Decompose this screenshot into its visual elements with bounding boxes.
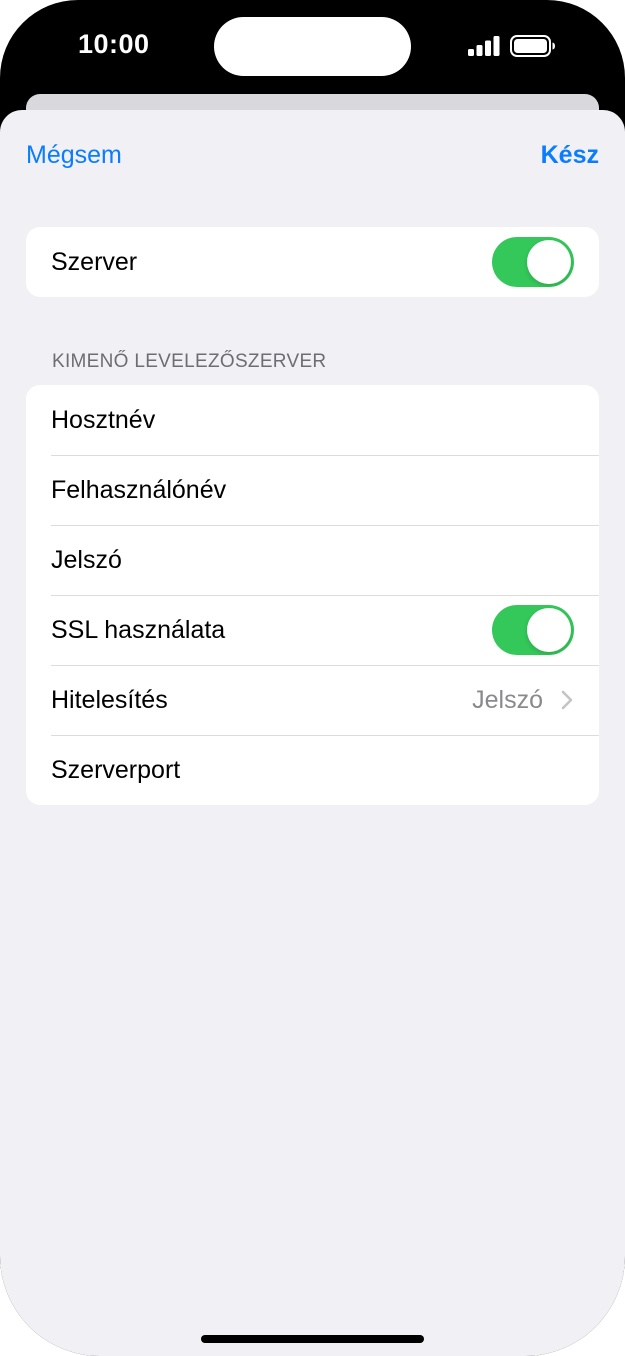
done-button[interactable]: Kész [541, 141, 599, 170]
username-row[interactable]: Felhasználónév [26, 455, 599, 525]
ssl-row: SSL használata [26, 595, 599, 665]
home-indicator[interactable] [201, 1335, 424, 1343]
hostname-label: Hosztnév [51, 405, 156, 434]
password-row[interactable]: Jelszó [26, 525, 599, 595]
authentication-row[interactable]: Hitelesítés Jelszó [26, 665, 599, 735]
server-toggle[interactable] [492, 237, 574, 287]
username-label: Felhasználónév [51, 475, 227, 504]
status-bar: 10:00 [0, 0, 625, 100]
server-port-label: Szerverport [51, 755, 181, 784]
cancel-button[interactable]: Mégsem [26, 141, 122, 170]
ssl-label: SSL használata [51, 615, 226, 644]
outgoing-server-group: Hosztnév Felhasználónév Jelszó SSL haszn… [26, 385, 599, 805]
cellular-signal-icon [468, 36, 500, 56]
outgoing-server-header: KIMENŐ LEVELEZŐSZERVER [52, 351, 327, 372]
toggle-knob [527, 240, 571, 284]
status-time: 10:00 [78, 29, 150, 59]
authentication-value: Jelszó [472, 685, 543, 714]
ssl-toggle[interactable] [492, 605, 574, 655]
settings-sheet: Mégsem Kész Szerver KIMENŐ LEVELEZŐSZERV… [0, 110, 625, 1356]
phone-frame: 10:00 Mégsem Kész Szerver KIMENŐ LEVELEZ… [0, 0, 625, 1356]
server-group: Szerver [26, 227, 599, 297]
server-port-row[interactable]: Szerverport [26, 735, 599, 805]
authentication-label: Hitelesítés [51, 685, 168, 714]
password-label: Jelszó [51, 545, 122, 574]
chevron-right-icon [561, 690, 573, 710]
server-label: Szerver [51, 247, 138, 276]
server-row: Szerver [26, 227, 599, 297]
hostname-row[interactable]: Hosztnév [26, 385, 599, 455]
toggle-knob [527, 608, 571, 652]
dynamic-island [214, 17, 411, 76]
battery-icon [510, 35, 555, 57]
